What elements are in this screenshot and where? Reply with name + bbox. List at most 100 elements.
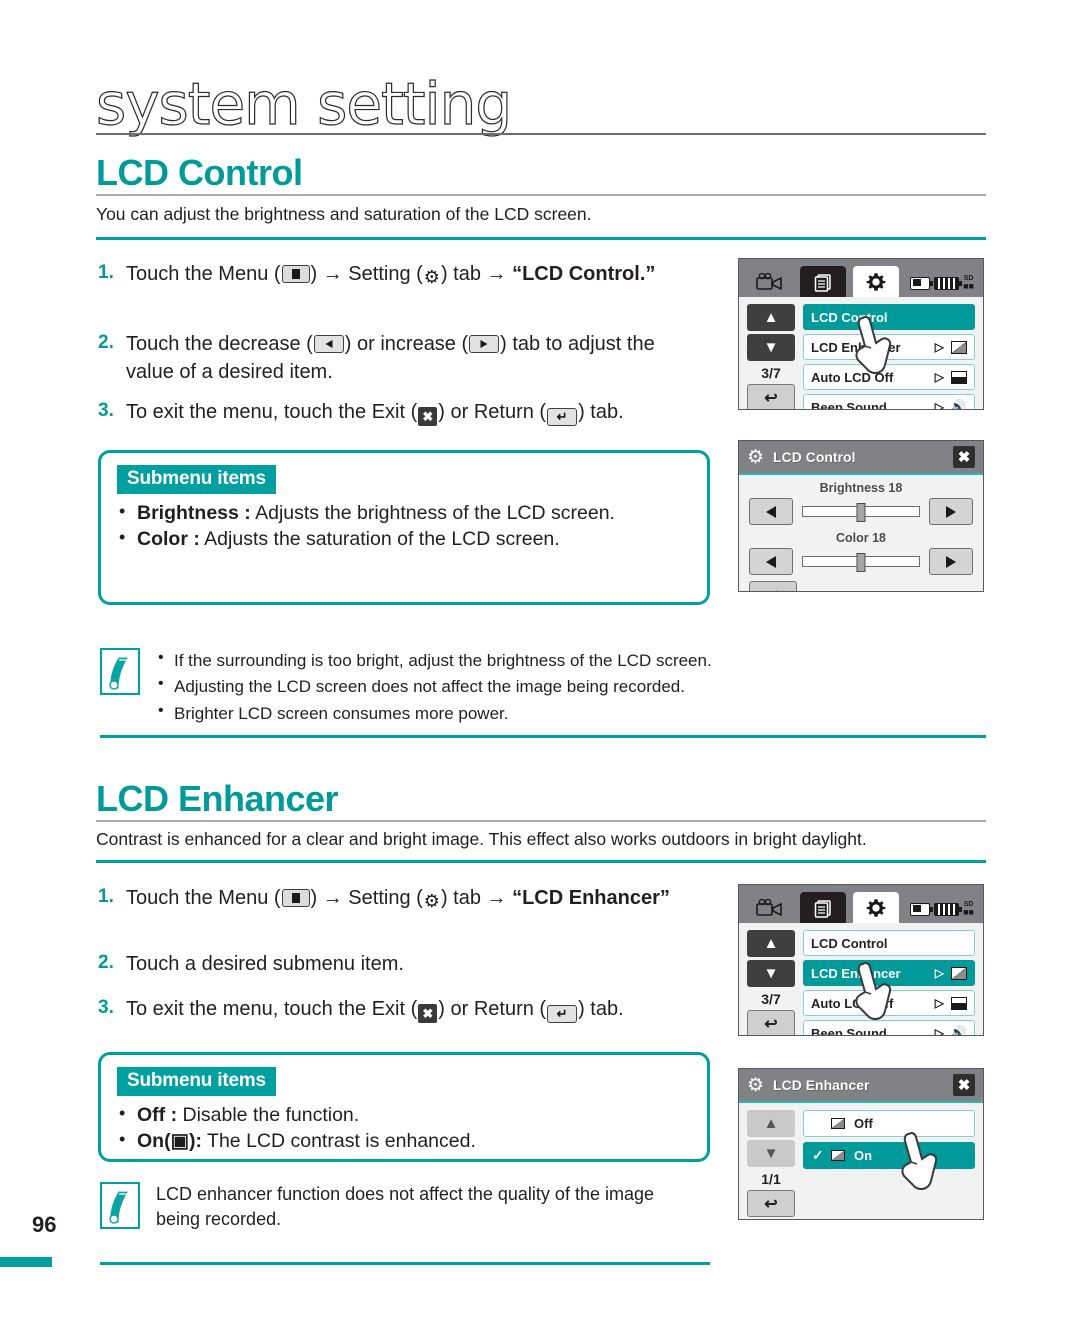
menu-row-beep-sound[interactable]: Beep Sound ▷ 🔊: [803, 394, 975, 410]
camcorder-icon: [756, 898, 782, 916]
playback-tab[interactable]: [800, 266, 846, 297]
step-number: 3.: [98, 400, 114, 421]
menu-row-beep-sound[interactable]: Beep Sound ▷ 🔊: [803, 1020, 975, 1036]
scroll-down-button[interactable]: ▼: [747, 334, 795, 361]
return-icon: ↵: [547, 1005, 578, 1023]
camcorder-tab[interactable]: [747, 266, 793, 297]
step-2-2: 2. Touch a desired submenu item.: [98, 950, 698, 978]
page-number-bar: [0, 1257, 52, 1267]
option-row-on[interactable]: ✓ On: [803, 1142, 975, 1169]
step-2-1: 1. Touch the Menu () → Setting (⚙) tab →…: [98, 884, 698, 912]
battery-low-icon: [910, 902, 934, 916]
scroll-up-button[interactable]: ▲: [747, 1110, 795, 1137]
battery-low-icon: [910, 276, 934, 290]
note-line: Adjusting the LCD screen does not affect…: [156, 672, 712, 700]
expand-triangle-icon: ▷: [934, 996, 944, 1010]
brightness-slider-row: [749, 498, 973, 525]
menu-icon: [281, 889, 310, 907]
lcd-body: ▲ ▼ 3/7 ↩ LCD Control LCD Enhancer ▷ Aut…: [739, 297, 983, 410]
exit-icon: ✖: [418, 1004, 438, 1023]
color-thumb[interactable]: [856, 553, 866, 572]
menu-row-lcd-control[interactable]: LCD Control: [803, 930, 975, 956]
step-number: 3.: [98, 997, 114, 1018]
option-column: Off ✓ On: [803, 1110, 975, 1169]
submenu-list: Off : Disable the function. On(▣): The L…: [117, 1101, 691, 1155]
section-rule-1: [96, 194, 986, 196]
gear-icon: ⚙: [747, 446, 765, 468]
setting-tab[interactable]: [853, 892, 899, 923]
section-subtitle-lcd-control: You can adjust the brightness and satura…: [96, 204, 592, 224]
sd-card-icon: SD ■■: [963, 275, 974, 291]
step-number: 1.: [98, 262, 114, 283]
brightness-thumb[interactable]: [856, 503, 866, 522]
return-button[interactable]: ↩: [747, 1010, 795, 1035]
teal-rule-note-2: [100, 1262, 710, 1265]
exit-button[interactable]: ✖: [953, 446, 975, 468]
brightness-increase-button[interactable]: [929, 498, 973, 525]
brightness-decrease-button[interactable]: [749, 498, 793, 525]
playback-icon: [814, 273, 831, 292]
scroll-up-button[interactable]: ▲: [747, 304, 795, 331]
submenu-item: Color : Adjusts the saturation of the LC…: [117, 525, 691, 552]
chapter-rule: [96, 133, 986, 135]
expand-triangle-icon: ▷: [934, 1026, 944, 1036]
return-button[interactable]: ↩: [747, 1190, 795, 1217]
return-button[interactable]: ↩: [747, 384, 795, 409]
menu-row-lcd-enhancer[interactable]: LCD Enhancer ▷: [803, 960, 975, 986]
gear-icon: [866, 898, 886, 917]
submenu-tag: Submenu items: [117, 1067, 276, 1096]
color-track[interactable]: [802, 553, 920, 572]
scroll-down-button[interactable]: ▼: [747, 960, 795, 987]
menu-row-auto-lcd-off[interactable]: Auto LCD Off ▷: [803, 990, 975, 1016]
note-pen-icon: [100, 1182, 140, 1229]
menu-row-lcd-enhancer[interactable]: LCD Enhancer ▷: [803, 334, 975, 360]
dialog-title: LCD Enhancer: [773, 1077, 870, 1093]
color-decrease-button[interactable]: [749, 548, 793, 575]
note-pen-icon: [100, 648, 140, 695]
nav-column: ▲ ▼ 3/7 ↩: [747, 930, 795, 1035]
note-box-2: LCD enhancer function does not affect th…: [100, 1182, 800, 1232]
manual-page: system setting LCD Control You can adjus…: [0, 0, 1080, 1329]
step-number: 2.: [98, 952, 114, 973]
menu-row-auto-lcd-off[interactable]: Auto LCD Off ▷: [803, 364, 975, 390]
menu-row-label: LCD Control: [811, 935, 888, 951]
speaker-icon: 🔊: [950, 1025, 967, 1036]
step-text: Touch a desired submenu item.: [126, 953, 404, 975]
camcorder-tab[interactable]: [747, 892, 793, 923]
lcd-body: ▲ ▼ 3/7 ↩ LCD Control LCD Enhancer ▷ Aut…: [739, 923, 983, 1036]
expand-triangle-icon: ▷: [934, 400, 944, 410]
page-indicator: 3/7: [761, 991, 781, 1007]
playback-tab[interactable]: [800, 892, 846, 923]
submenu-box-lcd-control: Submenu items Brightness : Adjusts the b…: [98, 450, 710, 605]
scroll-down-button[interactable]: ▼: [747, 1140, 795, 1167]
gear-icon: [866, 272, 886, 291]
section-title-lcd-control: LCD Control: [96, 152, 303, 193]
step-text: To exit the menu, touch the Exit (✖) or …: [126, 998, 624, 1023]
return-button[interactable]: ↩: [749, 581, 797, 591]
gear-icon: ⚙: [747, 1074, 765, 1096]
dialog-title: LCD Control: [773, 449, 856, 465]
submenu-tag: Submenu items: [117, 465, 276, 494]
check-mark: ✓: [812, 1147, 824, 1163]
step-2-3: 3. To exit the menu, touch the Exit (✖) …: [98, 995, 718, 1023]
dialog-return-wrap: ↩: [749, 581, 973, 591]
color-slider-row: [749, 548, 973, 575]
step-number: 2.: [98, 332, 114, 353]
right-arrow-icon: [469, 335, 500, 353]
menu-row-label: Beep Sound: [811, 1025, 887, 1036]
submenu-item: Brightness : Adjusts the brightness of t…: [117, 499, 691, 526]
menu-row-lcd-control[interactable]: LCD Control: [803, 304, 975, 330]
enhancer-off-icon: [828, 1118, 848, 1129]
menu-row-label: Auto LCD Off: [811, 995, 894, 1011]
brightness-track[interactable]: [802, 503, 920, 522]
submenu-list: Brightness : Adjusts the brightness of t…: [117, 499, 691, 553]
color-increase-button[interactable]: [929, 548, 973, 575]
brightness-label: Brightness 18: [819, 481, 903, 495]
expand-triangle-icon: ▷: [934, 966, 944, 980]
setting-tab[interactable]: [853, 266, 899, 297]
lcd-body: ▲ ▼ 1/1 ↩ Off ✓ On: [739, 1103, 983, 1217]
scroll-up-button[interactable]: ▲: [747, 930, 795, 957]
exit-button[interactable]: ✖: [953, 1074, 975, 1096]
gear-icon: ⚙: [423, 891, 440, 911]
option-row-off[interactable]: Off: [803, 1110, 975, 1137]
